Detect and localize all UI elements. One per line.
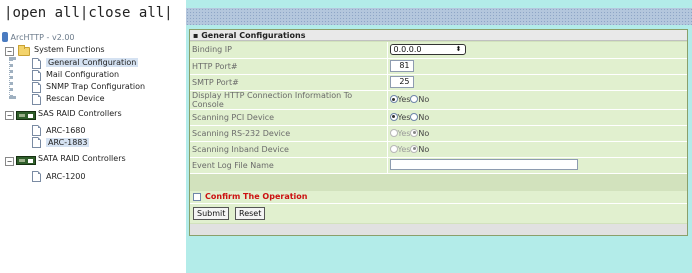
tree-toolbar: |open all|close all| [4, 5, 173, 21]
page-icon [32, 58, 41, 69]
row-label: HTTP Port# [190, 58, 388, 75]
table-row: HTTP Port# 81 [190, 58, 687, 75]
table-row: Binding IP 0.0.0.0 ⬍ [190, 42, 687, 59]
page-icon [32, 125, 41, 136]
collapse-icon[interactable]: − [5, 47, 14, 56]
row-label: Scanning RS-232 Device [190, 125, 388, 142]
folder-open-icon [18, 45, 30, 56]
tree-root[interactable]: ArcHTTP - v2.00 [2, 32, 75, 42]
button-row: Submit Reset [190, 204, 687, 223]
row-label: Scanning Inband Device [190, 141, 388, 158]
table-row: Scanning RS-232 Device Yes No [190, 125, 687, 142]
row-label: SMTP Port# [190, 74, 388, 91]
tree-item-arc-1200[interactable]: ARC-1200 [46, 172, 85, 181]
page-icon [32, 171, 41, 182]
tree-item-general-configuration[interactable]: General Configuration [46, 58, 139, 67]
page-icon [32, 70, 41, 81]
tree-item-system-functions[interactable]: System Functions [34, 45, 105, 54]
archttp-icon [2, 32, 8, 42]
table-row: Event Log File Name [190, 157, 687, 174]
header-bar [186, 8, 692, 25]
raid-card-icon [16, 156, 36, 165]
close-all-link[interactable]: close all [88, 5, 164, 21]
reset-button[interactable]: Reset [235, 207, 266, 220]
tree-item-arc-1883[interactable]: ARC-1883 [46, 138, 90, 147]
panel-footer [190, 224, 687, 235]
separator: | [164, 5, 173, 21]
collapse-icon[interactable]: − [5, 157, 14, 166]
table-row: Display HTTP Connection Information To C… [190, 90, 687, 110]
event-log-file-input[interactable] [389, 158, 578, 170]
table-row: SMTP Port# 25 [190, 74, 687, 91]
tree-pane: |open all|close all| ArcHTTP - v2.00 − S… [0, 0, 186, 273]
submit-button[interactable]: Submit [193, 207, 230, 220]
tree-root-label: ArcHTTP - v2.00 [10, 33, 75, 42]
raid-card-icon [16, 111, 36, 120]
table-row: Scanning Inband Device Yes No [190, 141, 687, 158]
scan-pci-no-radio[interactable] [410, 112, 419, 121]
config-table: Binding IP 0.0.0.0 ⬍ HTTP Port# 81 SMTP … [190, 42, 687, 174]
display-http-yes-radio[interactable] [389, 95, 398, 103]
tree-item-snmp-trap-configuration[interactable]: SNMP Trap Configuration [46, 82, 145, 91]
row-label: Display HTTP Connection Information To C… [190, 90, 388, 110]
binding-ip-select[interactable]: 0.0.0.0 ⬍ [389, 44, 466, 56]
table-row: Scanning PCI Device Yes No [190, 109, 687, 126]
tree-item-mail-configuration[interactable]: Mail Configuration [46, 70, 119, 79]
open-all-link[interactable]: open all [12, 5, 79, 21]
smtp-port-input[interactable]: 25 [389, 76, 414, 88]
scan-inband-no-radio[interactable] [410, 144, 419, 153]
scan-rs232-no-radio[interactable] [410, 128, 419, 137]
page-icon [32, 137, 41, 148]
http-port-input[interactable]: 81 [389, 60, 414, 72]
scan-inband-yes-radio[interactable] [389, 144, 398, 153]
confirm-row: Confirm The Operation [190, 191, 687, 204]
collapse-icon[interactable]: − [5, 111, 14, 120]
page-icon [32, 82, 41, 93]
row-label: Scanning PCI Device [190, 109, 388, 126]
content-pane: ▪ General Configurations Binding IP 0.0.… [186, 0, 692, 273]
confirm-checkbox[interactable] [193, 193, 201, 201]
tree-item-sas-raid-controllers[interactable]: SAS RAID Controllers [38, 109, 122, 118]
scan-rs232-yes-radio[interactable] [389, 128, 398, 137]
row-label: Event Log File Name [190, 157, 388, 174]
tree-item-rescan-device[interactable]: Rescan Device [46, 94, 105, 103]
row-label: Binding IP [190, 42, 388, 59]
confirm-label: Confirm The Operation [205, 192, 308, 201]
general-configurations-panel: ▪ General Configurations Binding IP 0.0.… [189, 29, 688, 236]
tree-item-arc-1680[interactable]: ARC-1680 [46, 126, 85, 135]
scan-pci-yes-radio[interactable] [389, 112, 398, 121]
page-icon [32, 94, 41, 105]
section-title: ▪ General Configurations [190, 30, 687, 41]
tree-item-sata-raid-controllers[interactable]: SATA RAID Controllers [38, 154, 126, 163]
select-arrows-icon: ⬍ [455, 45, 462, 54]
